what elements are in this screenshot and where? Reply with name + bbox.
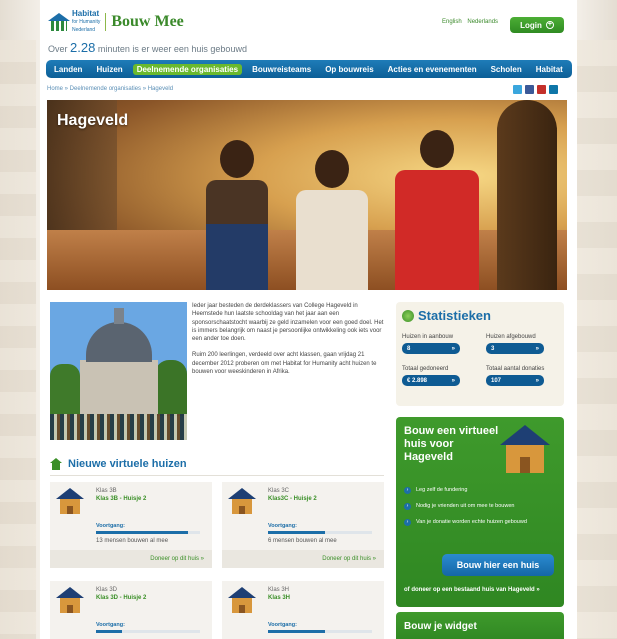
main-nav: Landen Huizen Deelnemende organisaties B… <box>46 60 572 78</box>
logo-divider <box>105 13 107 31</box>
donate-existing-link[interactable]: of doneer op een bestaand huis van Hagev… <box>404 587 540 593</box>
habitat-logo-icon <box>48 13 70 31</box>
house-card[interactable]: Klas 3C Klas3C - Huisje 2 Voortgang: 6 m… <box>222 482 384 568</box>
header: Habitat for Humanity Nederland Bouw Mee … <box>40 0 577 84</box>
house-name-link[interactable]: Klas 3B - Huisje 2 <box>96 496 146 502</box>
house-name-link[interactable]: Klas 3D - Huisje 2 <box>96 595 146 601</box>
lang-dutch-link[interactable]: Nederlands <box>467 19 498 25</box>
progress-bar <box>96 630 200 633</box>
nav-item-op-bouwreis[interactable]: Op bouwreis <box>325 65 373 74</box>
page: Habitat for Humanity Nederland Bouw Mee … <box>40 0 577 639</box>
arrow-bullet-icon: › <box>404 503 411 510</box>
stats-icon <box>402 309 414 322</box>
tagline: Over 2.28 minuten is er weer een huis ge… <box>48 40 247 55</box>
stat-value-button[interactable]: € 2.898» <box>402 375 460 386</box>
house-icon <box>56 587 84 615</box>
school-photo <box>50 302 187 440</box>
nav-item-huizen[interactable]: Huizen <box>96 65 122 74</box>
arrow-bullet-icon: › <box>404 487 411 494</box>
house-card[interactable]: Klas 3H Klas 3H Voortgang: <box>222 581 384 639</box>
intro-text: Ieder jaar besteden de derdeklassers van… <box>192 302 388 384</box>
nav-item-landen[interactable]: Landen <box>54 65 82 74</box>
site-title: Bouw Mee <box>111 13 184 30</box>
stat-value-button[interactable]: 3» <box>486 343 544 354</box>
build-house-panel: Bouw een virtueel huis voor Hageveld › Le… <box>396 417 564 607</box>
house-icon <box>228 587 256 615</box>
child-figure <box>387 130 487 290</box>
house-card[interactable]: Klas 3D Klas 3D - Huisje 2 Voortgang: <box>50 581 212 639</box>
house-icon <box>500 425 550 473</box>
background-right <box>577 40 617 639</box>
house-name-link[interactable]: Klas3C - Huisje 2 <box>268 496 317 502</box>
hero-title: Hageveld <box>57 112 129 129</box>
stats-heading: Statistieken <box>402 308 491 323</box>
house-icon <box>228 488 256 516</box>
cta-steps: › Leg zelf de fundering › Nodig je vriende… <box>404 487 554 535</box>
house-icon <box>56 488 84 516</box>
donate-house-link[interactable]: Doneer op dit huis » <box>50 550 212 568</box>
language-switch: English Nederlands <box>442 19 502 25</box>
nav-item-scholen[interactable]: Scholen <box>491 65 522 74</box>
progress-bar <box>268 531 372 534</box>
background-left <box>0 40 36 639</box>
intro-paragraph: Ieder jaar besteden de derdeklassers van… <box>192 303 384 343</box>
stat-value-button[interactable]: 8» <box>402 343 460 354</box>
cta-step: › Van je donatie worden echte huizen gebo… <box>404 519 554 526</box>
stat-value-button[interactable]: 107» <box>486 375 544 386</box>
cta-step: › Nodig je vrienden uit om mee te bouwen <box>404 503 554 510</box>
divider <box>50 475 384 476</box>
home-icon <box>50 458 62 470</box>
social-icons <box>513 85 558 94</box>
donate-house-link[interactable]: Doneer op dit huis » <box>222 550 384 568</box>
nav-item-deelnemende-organisaties[interactable]: Deelnemende organisaties <box>132 63 243 75</box>
widget-panel: Bouw je widget <box>396 612 564 639</box>
twitter-icon[interactable] <box>513 85 522 94</box>
nav-item-bouwreisteams[interactable]: Bouwreisteams <box>252 65 311 74</box>
new-houses-heading: Nieuwe virtuele huizen <box>50 458 187 470</box>
logo-brand: Habitat for Humanity Nederland <box>72 9 101 34</box>
hero-image: Hageveld <box>47 100 567 290</box>
stat-houses-built: Huizen afgebouwd 3» <box>486 334 560 354</box>
stat-houses-in-progress: Huizen in aanbouw 8» <box>402 334 476 354</box>
build-house-button[interactable]: Bouw hier een huis <box>442 554 554 576</box>
youtube-icon[interactable] <box>537 85 546 94</box>
minutes-counter: 2.28 <box>70 40 96 55</box>
cta-title: Bouw een virtueel huis voor Hageveld <box>404 425 499 463</box>
login-button[interactable]: Login + <box>510 17 564 33</box>
house-name-link[interactable]: Klas 3H <box>268 595 290 601</box>
lang-english-link[interactable]: English <box>442 19 462 25</box>
logo[interactable]: Habitat for Humanity Nederland Bouw Mee <box>48 10 184 34</box>
breadcrumb[interactable]: Home » Deelnemende organisaties » Hageve… <box>47 86 173 92</box>
child-figure <box>197 140 277 290</box>
plus-icon: + <box>545 21 554 29</box>
intro-paragraph: Ruim 200 leerlingen, verdeeld over acht … <box>192 352 377 376</box>
stat-total-donated: Totaal gedoneerd € 2.898» <box>402 366 476 386</box>
nav-item-acties[interactable]: Acties en evenementen <box>388 65 477 74</box>
progress-bar <box>268 630 372 633</box>
stat-total-donations: Totaal aantal donaties 107» <box>486 366 560 386</box>
linkedin-icon[interactable] <box>549 85 558 94</box>
arrow-bullet-icon: › <box>404 519 411 526</box>
progress-bar <box>96 531 200 534</box>
house-card[interactable]: Klas 3B Klas 3B - Huisje 2 Voortgang: 13… <box>50 482 212 568</box>
widget-title[interactable]: Bouw je widget <box>404 621 477 632</box>
cta-step: › Leg zelf de fundering <box>404 487 554 494</box>
stats-panel: Statistieken Huizen in aanbouw 8» Huizen… <box>396 302 564 406</box>
nav-item-habitat[interactable]: Habitat <box>536 65 563 74</box>
facebook-icon[interactable] <box>525 85 534 94</box>
child-figure <box>287 150 377 290</box>
